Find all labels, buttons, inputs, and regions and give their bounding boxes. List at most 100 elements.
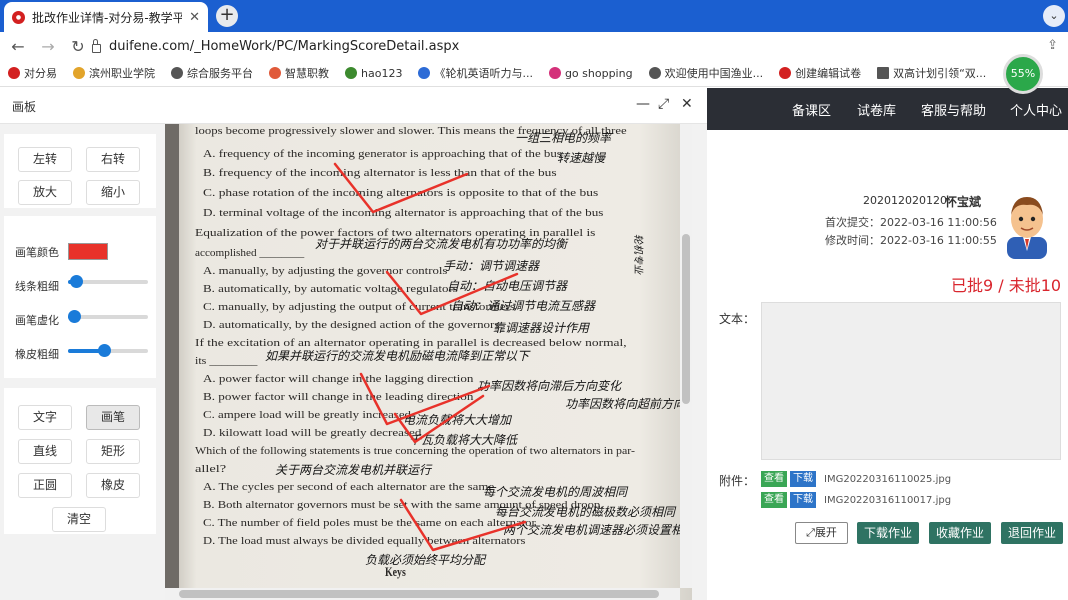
nav-prep[interactable]: 备课区 — [792, 100, 831, 119]
share-icon[interactable]: ⇪ — [1047, 38, 1058, 53]
attachment-filename[interactable]: IMG20220316110017.jpg — [824, 495, 951, 506]
clear-button[interactable]: 清空 — [52, 507, 106, 532]
reload-icon[interactable]: ↻ — [66, 37, 90, 56]
browser-tab[interactable]: ● 批改作业详情-对分易-教学平台 ✕ — [4, 2, 208, 32]
canvas-vertical-scrollbar[interactable] — [680, 124, 692, 588]
printed-line: C. The number of field poles must be the… — [203, 518, 536, 529]
rect-tool-button[interactable]: 矩形 — [86, 439, 140, 464]
printed-line: A. The cycles per second of each alterna… — [203, 482, 495, 493]
printed-line: A. manually, by adjusting the governor c… — [203, 266, 447, 277]
url-text: duifene.com/_HomeWork/PC/MarkingScoreDet… — [109, 38, 460, 54]
scrollbar-thumb[interactable] — [682, 234, 690, 404]
handwritten-note: 如果并联运行的交流发电机励磁电流降到正常以下 — [265, 349, 531, 363]
nav-profile[interactable]: 个人中心 — [1010, 100, 1062, 119]
tab-close-icon[interactable]: ✕ — [189, 10, 200, 25]
board-header: 画板 — ⤢ ✕ — [0, 88, 707, 124]
browser-tab-bar: ● 批改作业详情-对分易-教学平台 ✕ + ⌄ — [0, 0, 1068, 32]
handwritten-note: 功率因数将向超前方向变化 — [565, 397, 692, 411]
bookmark-item[interactable]: 双高计划引领“双... — [877, 65, 986, 81]
lock-icon[interactable] — [92, 38, 101, 53]
tools-card: 文字 画笔 直线 矩形 正圆 橡皮 清空 — [4, 388, 156, 534]
document-icon — [877, 67, 890, 79]
bookmark-item[interactable]: 对分易 — [8, 65, 57, 81]
attachment-filename[interactable]: IMG20220316110025.jpg — [824, 474, 951, 485]
printed-line: If the excitation of an alternator opera… — [195, 338, 627, 349]
bookmark-item[interactable]: 滨州职业学院 — [73, 65, 155, 81]
circle-tool-button[interactable]: 正圆 — [18, 473, 72, 498]
pen-color-swatch[interactable] — [68, 243, 108, 260]
line-width-slider[interactable] — [68, 275, 148, 288]
nav-question-bank[interactable]: 试卷库 — [857, 100, 896, 119]
tab-title: 批改作业详情-对分易-教学平台 — [32, 10, 183, 25]
line-width-label: 线条粗细 — [15, 280, 59, 293]
handwritten-note: 每个交流发电机的周波相同 — [483, 485, 629, 499]
new-tab-button[interactable]: + — [216, 5, 238, 27]
handwritten-note: 每台交流发电机的磁极数必须相同 — [495, 505, 677, 519]
handwritten-note: 一组三相电的频率 — [515, 131, 613, 145]
view-attachment-button[interactable]: 查看 — [761, 492, 787, 508]
forward-icon[interactable]: → — [36, 37, 60, 56]
printed-line: allel? — [195, 464, 227, 475]
maximize-icon[interactable]: ⤢ — [658, 96, 669, 112]
slider-knob[interactable] — [98, 344, 111, 357]
printed-line: C. phase rotation of the incoming altern… — [203, 188, 598, 199]
slider-knob[interactable] — [70, 275, 83, 288]
zoom-in-button[interactable]: 放大 — [18, 180, 72, 205]
handwritten-note: 转速越慢 — [557, 151, 606, 165]
printed-line: A. frequency of the incoming generator i… — [203, 149, 562, 160]
drawing-board-panel: 画板 — ⤢ ✕ 左转 右转 放大 缩小 画笔颜色 线条粗细 画笔虚化 橡皮粗细… — [0, 88, 707, 600]
bookmark-item[interactable]: go shopping — [548, 67, 633, 80]
duifene-favicon-icon: ● — [12, 10, 25, 24]
back-icon[interactable]: ← — [6, 37, 30, 56]
scrollbar-thumb[interactable] — [179, 590, 659, 598]
site-navbar: 备课区 试卷库 客服与帮助 个人中心 — [707, 88, 1068, 130]
bookmark-item[interactable]: 欢迎使用中国渔业... — [648, 65, 763, 81]
download-attachment-button[interactable]: 下载 — [790, 492, 816, 508]
minimize-icon[interactable]: — — [636, 96, 650, 112]
student-avatar — [1007, 197, 1047, 259]
rotate-left-button[interactable]: 左转 — [18, 147, 72, 172]
pen-blur-slider[interactable] — [68, 310, 148, 323]
bookmark-item[interactable]: 智慧职教 — [269, 65, 329, 81]
printed-line: B. frequency of the incoming alternator … — [203, 168, 557, 179]
bookmark-item[interactable]: 综合服务平台 — [171, 65, 253, 81]
attachment-row: 查看 下载 IMG20220316110017.jpg — [761, 492, 951, 508]
rotate-right-button[interactable]: 右转 — [86, 147, 140, 172]
canvas-horizontal-scrollbar[interactable] — [165, 588, 680, 600]
homework-photo-canvas[interactable]: loops become progressively slower and sl… — [165, 124, 692, 600]
download-attachment-button[interactable]: 下载 — [790, 471, 816, 487]
printed-line: accomplished ________ — [195, 248, 305, 259]
url-input[interactable]: duifene.com/_HomeWork/PC/MarkingScoreDet… — [92, 34, 1032, 58]
pen-blur-label: 画笔虚化 — [15, 314, 59, 327]
zoom-out-button[interactable]: 缩小 — [86, 180, 140, 205]
expand-button[interactable]: ⤢展开 — [795, 522, 848, 544]
attachment-row: 查看 下载 IMG20220316110025.jpg — [761, 471, 951, 487]
printed-line: its ________ — [195, 356, 258, 367]
student-name: 怀宝斌 — [945, 195, 982, 209]
collect-homework-button[interactable]: 收藏作业 — [929, 522, 991, 544]
pen-color-label: 画笔颜色 — [15, 246, 59, 259]
close-icon[interactable]: ✕ — [681, 96, 693, 112]
transform-card: 左转 右转 放大 缩小 — [4, 134, 156, 208]
bookmark-item[interactable]: 《轮机英语听力与... — [418, 65, 533, 81]
eraser-tool-button[interactable]: 橡皮 — [86, 473, 140, 498]
eraser-width-label: 橡皮粗细 — [15, 348, 59, 361]
text-tool-button[interactable]: 文字 — [18, 405, 72, 430]
printed-line: B. automatically, by automatic voltage r… — [203, 284, 458, 295]
nav-support[interactable]: 客服与帮助 — [921, 100, 986, 119]
submit-time-row: 首次提交：2022-03-16 11:00:56 — [825, 216, 997, 229]
bookmark-item[interactable]: 创建编辑试卷 — [779, 65, 861, 81]
view-attachment-button[interactable]: 查看 — [761, 471, 787, 487]
line-tool-button[interactable]: 直线 — [18, 439, 72, 464]
tab-search-icon[interactable]: ⌄ — [1043, 5, 1065, 27]
progress-badge: 55% — [1003, 54, 1043, 94]
pen-tool-button[interactable]: 画笔 — [86, 405, 140, 430]
printed-line: D. kilowatt load will be greatly decreas… — [203, 428, 422, 439]
bookmark-item[interactable]: hao123 — [345, 67, 402, 80]
return-homework-button[interactable]: 退回作业 — [1001, 522, 1063, 544]
handwritten-note: 手动：调节调速器 — [443, 259, 540, 273]
slider-knob[interactable] — [68, 310, 82, 323]
eraser-width-slider[interactable] — [68, 344, 148, 357]
download-homework-button[interactable]: 下载作业 — [857, 522, 919, 544]
answer-text-box[interactable] — [761, 302, 1061, 460]
